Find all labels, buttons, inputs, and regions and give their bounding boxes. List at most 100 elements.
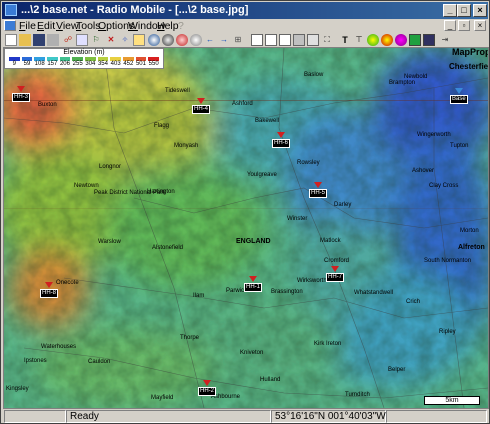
station-hh-7[interactable]: HH-7 [326, 266, 346, 284]
antenna-icon [203, 380, 211, 386]
station-hh-3[interactable]: HH-3 [12, 86, 32, 104]
world-icon[interactable]: ⚐ [90, 34, 102, 46]
place-label-hartington: Hartington [147, 189, 175, 195]
close-button[interactable]: × [473, 4, 487, 17]
elevation-legend-tick: 255 [72, 61, 83, 67]
visual-coverage-icon[interactable] [133, 34, 145, 46]
station-hh-4[interactable]: HH-4 [192, 98, 212, 116]
station-hh-2[interactable]: HH-2 [198, 380, 218, 398]
station-hh-8[interactable]: HH-8 [40, 282, 60, 300]
cover-icon[interactable] [395, 34, 407, 46]
window-title: ...\2 base.net - Radio Mobile - [...\2 b… [21, 4, 249, 16]
antenna-icon[interactable] [148, 34, 160, 46]
elevation-legend-tick: 403 [110, 61, 121, 67]
merge-icon[interactable] [307, 34, 319, 46]
print-icon[interactable] [47, 34, 59, 46]
mdi-restore-button[interactable]: ▫ [458, 20, 470, 31]
place-label-belper: Belper [388, 367, 406, 373]
station-label: HH-1 [244, 283, 263, 292]
radio-mobile-app-icon[interactable] [5, 4, 17, 16]
station-label: HH-4 [192, 105, 211, 114]
elevation-legend-cell: 550 [147, 57, 160, 68]
radar-icon[interactable] [367, 34, 379, 46]
elevation-legend-cell: 452 [122, 57, 135, 68]
maximize-button[interactable]: □ [457, 4, 471, 17]
menu-bar: File Edit View Tools Options Window Help… [2, 19, 488, 34]
network-icon[interactable]: ☍ [62, 34, 74, 46]
menu-help[interactable]: Help [157, 20, 179, 32]
paste-icon[interactable] [265, 34, 277, 46]
antenna-icon [45, 282, 53, 288]
menu-file[interactable]: File [19, 20, 36, 32]
scale-bar: 5km [424, 396, 480, 405]
place-label-waterhouses: Waterhouses [41, 344, 77, 350]
radar-red-icon[interactable] [176, 34, 188, 46]
station-label: HH-6 [272, 139, 291, 148]
place-label-morton: Morton [460, 228, 479, 234]
open-icon[interactable] [19, 34, 31, 46]
properties-icon[interactable] [76, 34, 88, 46]
radio-link-icon[interactable]: ✧ [119, 34, 131, 46]
place-label-cauldon: Cauldon [88, 359, 111, 365]
station-base[interactable]: Base [450, 88, 470, 106]
place-label-cromford: Cromford [324, 258, 350, 264]
overlay-icon[interactable] [293, 34, 305, 46]
color-icon[interactable] [381, 34, 393, 46]
shift-right-icon[interactable]: → [218, 34, 230, 46]
status-panel-blank [4, 410, 66, 423]
place-label-mapprop: MapProp [452, 47, 489, 57]
station-hh-6[interactable]: HH-6 [272, 132, 292, 150]
pointer-icon[interactable]: ⊤ [353, 34, 365, 46]
fit-icon[interactable]: ⛶ [321, 34, 333, 46]
station-label: HH-7 [326, 273, 345, 282]
elevation-legend-tick: 354 [97, 61, 108, 67]
document-icon[interactable] [4, 20, 16, 31]
new-icon[interactable] [5, 34, 17, 46]
title-bar[interactable]: ...\2 base.net - Radio Mobile - [...\2 b… [2, 2, 488, 19]
elevation-legend-title: Elevation (m) [63, 49, 105, 56]
antenna-icon [17, 86, 25, 92]
menu-edit[interactable]: Edit [37, 20, 55, 32]
elevation-legend-tick: 206 [59, 61, 70, 67]
shift-left-icon[interactable]: ← [204, 34, 216, 46]
elevation-legend-tick: 108 [34, 61, 45, 67]
place-label-turnditch: Turnditch [345, 392, 370, 398]
elevation-legend-tick: 452 [123, 61, 134, 67]
mail-icon[interactable] [423, 34, 435, 46]
station-hh-1[interactable]: HH-1 [244, 276, 264, 294]
map-extract-icon[interactable]: ✕ [105, 34, 117, 46]
save-icon[interactable] [33, 34, 45, 46]
place-label-baslow: Baslow [304, 72, 324, 78]
text-icon[interactable]: T [339, 34, 351, 46]
place-label-ipstones: Ipstones [24, 358, 47, 364]
place-label-rowsley: Rowsley [297, 160, 320, 166]
antenna-icon [277, 132, 285, 138]
globe-dark-icon[interactable] [162, 34, 174, 46]
exit-icon[interactable]: ⇥ [439, 34, 451, 46]
place-label-bakewell: Bakewell [255, 118, 280, 124]
station-label: HH-8 [40, 289, 59, 298]
zoom-icon[interactable]: ⊞ [232, 34, 244, 46]
toolbar: ☍ ⚐ ✕ ✧ ← → ⊞ ⛶ T ⊤ ⇥ [2, 34, 488, 47]
sphere-icon[interactable] [190, 34, 202, 46]
station-hh-5[interactable]: HH-5 [309, 182, 329, 200]
status-bar: Ready 53°16'16"N 001°40'03"W [2, 410, 488, 423]
route-icon[interactable] [409, 34, 421, 46]
minimize-button[interactable]: _ [443, 4, 457, 17]
map-view[interactable]: Elevation (m) 9 59 108 157 206 255 304 354 403 45… [3, 47, 489, 409]
copy-icon[interactable] [251, 34, 263, 46]
picture-icon[interactable] [279, 34, 291, 46]
station-label: Base [450, 95, 468, 104]
elevation-legend-cell: 304 [84, 57, 97, 68]
menu-edit-rest: dit [44, 20, 56, 32]
place-label-kingsley: Kingsley [6, 386, 29, 392]
menu-tools[interactable]: Tools [76, 20, 101, 32]
mdi-minimize-button[interactable]: _ [444, 20, 456, 31]
elevation-legend-cell: 255 [71, 57, 84, 68]
antenna-icon [249, 276, 257, 282]
elevation-legend-cell: 108 [33, 57, 46, 68]
menu-edit-mnemonic: E [37, 20, 45, 32]
mdi-close-button[interactable]: × [474, 20, 486, 31]
place-label-brassington: Brassington [271, 289, 303, 295]
elevation-legend-tick: 9 [12, 61, 16, 67]
